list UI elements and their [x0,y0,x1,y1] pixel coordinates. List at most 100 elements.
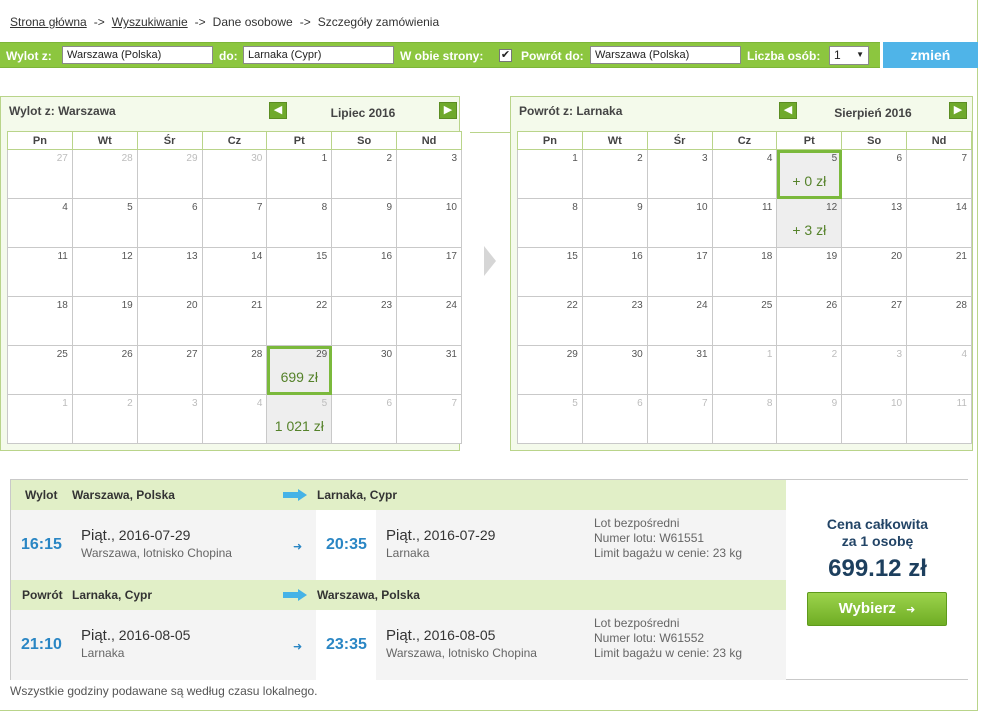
calendar-day[interactable]: 12 + 3 zł [776,198,843,248]
calendar-day[interactable]: 30 [201,149,268,199]
calendar-day[interactable]: 1 [711,345,778,395]
calendar-day[interactable]: 13 [841,198,908,248]
calendar-day[interactable]: 24 [396,296,462,346]
calendar-day[interactable]: 3 [136,394,203,444]
change-button[interactable]: zmień [882,42,978,68]
calendar-day[interactable]: 21 [906,247,972,297]
calendar-day[interactable]: 9 [331,198,398,248]
calendar-day[interactable]: 6 [136,198,203,248]
calendar-day[interactable]: 28 [201,345,268,395]
calendar-day[interactable]: 29 [517,345,583,395]
calendar-day[interactable]: 20 [841,247,908,297]
calendar-day[interactable]: 10 [646,198,713,248]
to-input[interactable]: Larnaka (Cypr) [243,46,394,64]
calendar-day[interactable]: 4 [7,198,73,248]
calendar-day[interactable]: 12 [71,247,138,297]
calendar-day[interactable]: 7 [201,198,268,248]
calendar-day[interactable]: 30 [581,345,648,395]
calendar-day[interactable]: 30 [331,345,398,395]
calendar-day[interactable]: 1 [517,149,583,199]
calendar-day[interactable]: 4 [906,345,972,395]
calendar-day[interactable]: 2 [331,149,398,199]
calendar-day[interactable]: 18 [711,247,778,297]
calendar-day[interactable]: 22 [266,296,333,346]
breadcrumb-home[interactable]: Strona główna [10,15,87,29]
calendar-day[interactable]: 15 [517,247,583,297]
calendar-day[interactable]: 11 [7,247,73,297]
calendar-day[interactable]: 2 [581,149,648,199]
day-number: 9 [831,398,838,409]
calendar-day[interactable]: 27 [7,149,73,199]
calendar-day[interactable]: 17 [646,247,713,297]
return-input[interactable]: Warszawa (Polska) [590,46,741,64]
calendar-day[interactable]: 11 [711,198,778,248]
calendar-day[interactable]: 31 [396,345,462,395]
calendar-day[interactable]: 7 [396,394,462,444]
persons-select[interactable]: 1 ▼ [829,46,869,65]
prev-month-button[interactable]: ◀ [779,102,797,119]
arrow-right-icon: ➜ [293,641,303,653]
calendar-day[interactable]: 6 [331,394,398,444]
calendar-day[interactable]: 23 [581,296,648,346]
calendar-day[interactable]: 23 [331,296,398,346]
calendar-day[interactable]: 22 [517,296,583,346]
calendar-day[interactable]: 9 [581,198,648,248]
calendar-day[interactable]: 5 [71,198,138,248]
chevron-right-icon [484,246,496,276]
breadcrumb-search[interactable]: Wyszukiwanie [112,15,188,29]
calendar-day[interactable]: 3 [396,149,462,199]
calendar-day[interactable]: 16 [331,247,398,297]
calendar-day[interactable]: 27 [841,296,908,346]
calendar-day[interactable]: 18 [7,296,73,346]
calendar-day[interactable]: 2 [776,345,843,395]
select-button[interactable]: Wybierz ➜ [807,592,947,626]
calendar-day[interactable]: 26 [776,296,843,346]
roundtrip-checkbox[interactable]: ✔ [499,49,512,62]
prev-month-button[interactable]: ◀ [269,102,287,119]
from-input[interactable]: Warszawa (Polska) [62,46,213,64]
next-month-button[interactable]: ▶ [949,102,967,119]
calendar-day[interactable]: 5 + 0 zł [776,149,843,199]
calendar-day[interactable]: 24 [646,296,713,346]
calendar-day[interactable]: 3 [841,345,908,395]
calendar-day[interactable]: 26 [71,345,138,395]
calendar-day[interactable]: 21 [201,296,268,346]
calendar-day[interactable]: 10 [841,394,908,444]
calendar-day[interactable]: 14 [201,247,268,297]
calendar-day[interactable]: 5 1 021 zł [266,394,333,444]
calendar-day[interactable]: 13 [136,247,203,297]
calendar-day[interactable]: 11 [906,394,972,444]
calendar-day[interactable]: 25 [711,296,778,346]
calendar-day[interactable]: 3 [646,149,713,199]
calendar-day[interactable]: 8 [711,394,778,444]
calendar-day[interactable]: 16 [581,247,648,297]
calendar-day[interactable]: 28 [906,296,972,346]
calendar-day[interactable]: 7 [646,394,713,444]
calendar-day[interactable]: 6 [581,394,648,444]
calendar-day[interactable]: 19 [71,296,138,346]
calendar-day[interactable]: 5 [517,394,583,444]
calendar-day[interactable]: 31 [646,345,713,395]
calendar-day[interactable]: 29 699 zł [266,345,333,395]
calendar-day[interactable]: 14 [906,198,972,248]
next-month-button[interactable]: ▶ [439,102,457,119]
calendar-day[interactable]: 4 [711,149,778,199]
calendar-day[interactable]: 6 [841,149,908,199]
calendar-day[interactable]: 1 [266,149,333,199]
calendar-day[interactable]: 29 [136,149,203,199]
calendar-day[interactable]: 27 [136,345,203,395]
calendar-day[interactable]: 2 [71,394,138,444]
calendar-day[interactable]: 10 [396,198,462,248]
calendar-day[interactable]: 28 [71,149,138,199]
calendar-day[interactable]: 19 [776,247,843,297]
calendar-day[interactable]: 1 [7,394,73,444]
calendar-day[interactable]: 17 [396,247,462,297]
calendar-day[interactable]: 9 [776,394,843,444]
calendar-day[interactable]: 8 [266,198,333,248]
calendar-day[interactable]: 8 [517,198,583,248]
calendar-day[interactable]: 7 [906,149,972,199]
calendar-day[interactable]: 15 [266,247,333,297]
calendar-day[interactable]: 4 [201,394,268,444]
calendar-day[interactable]: 20 [136,296,203,346]
calendar-day[interactable]: 25 [7,345,73,395]
